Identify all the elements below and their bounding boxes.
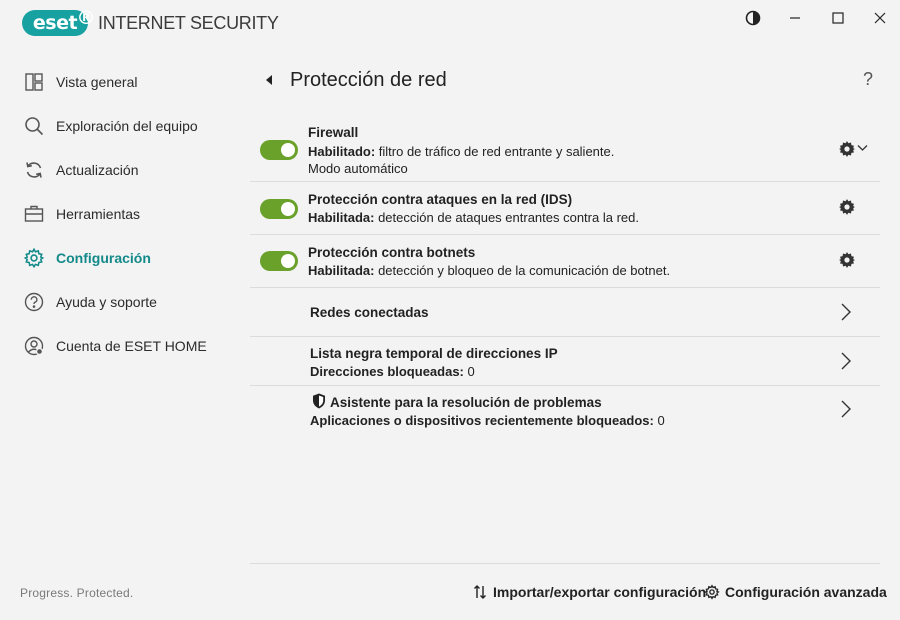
refresh-icon [23, 159, 45, 181]
toolbox-icon [23, 203, 45, 225]
help-icon [23, 291, 45, 313]
desc-label: Direcciones bloqueadas: [310, 364, 464, 379]
gear-icon [704, 584, 720, 600]
status-label: Habilitada: [308, 263, 375, 278]
import-export-label: Importar/exportar configuración [493, 584, 707, 600]
sidebar-item-update[interactable]: Actualización [0, 148, 250, 192]
link-title[interactable]: Asistente para la resolución de problema… [330, 395, 602, 410]
sidebar-item-scan[interactable]: Exploración del equipo [0, 104, 250, 148]
gear-icon[interactable] [838, 140, 856, 158]
advanced-setup-label: Configuración avanzada [725, 584, 887, 600]
feature-status: Habilitada: detección y bloqueo de la co… [308, 263, 670, 278]
feature-row-firewall: Firewall Habilitado: filtro de tráfico d… [250, 118, 880, 182]
status-text: detección y bloqueo de la comunicación d… [374, 263, 671, 278]
page-title: Protección de red [290, 69, 447, 91]
chevron-right-icon[interactable] [840, 399, 852, 419]
shield-icon [313, 393, 325, 409]
bottom-divider [250, 563, 880, 564]
logo-text: eset [32, 12, 78, 34]
link-title[interactable]: Lista negra temporal de direcciones IP [310, 346, 558, 361]
feature-mode: Modo automático [308, 161, 408, 176]
sidebar-item-label: Ayuda y soporte [56, 294, 157, 310]
desc-value: 0 [467, 364, 475, 379]
status-text: detección de ataques entrantes contra la… [374, 210, 639, 225]
chevron-right-icon[interactable] [840, 302, 852, 322]
link-row-troubleshooting[interactable]: Asistente para la resolución de problema… [250, 386, 880, 436]
feature-title[interactable]: Firewall [308, 125, 358, 140]
eset-logo: eset ® INTERNET SECURITY [22, 7, 279, 36]
botnet-toggle[interactable] [260, 251, 298, 271]
feature-row-ids: Protección contra ataques en la red (IDS… [250, 182, 880, 235]
eset-logo-mark: eset ® [22, 7, 95, 36]
sidebar-item-tools[interactable]: Herramientas [0, 192, 250, 236]
link-desc: Direcciones bloqueadas: 0 [310, 364, 475, 379]
search-icon [23, 115, 45, 137]
gear-icon[interactable] [838, 198, 856, 216]
firewall-toggle[interactable] [260, 140, 298, 160]
advanced-setup-button[interactable]: Configuración avanzada [704, 584, 887, 600]
import-export-icon [472, 584, 488, 600]
chevron-right-icon[interactable] [840, 351, 852, 371]
sidebar-item-settings[interactable]: Configuración [0, 236, 250, 280]
main-panel: Protección de red ? Firewall Habilitado:… [250, 0, 900, 620]
feature-title[interactable]: Protección contra botnets [308, 245, 475, 260]
logo-registered-mark: ® [76, 7, 96, 29]
feature-title[interactable]: Protección contra ataques en la red (IDS… [308, 192, 572, 207]
status-text: filtro de tráfico de red entrante y sali… [375, 144, 615, 159]
status-label: Habilitada: [308, 210, 375, 225]
sidebar-item-label: Configuración [56, 250, 151, 266]
chevron-down-icon[interactable] [857, 144, 868, 152]
gear-icon [23, 247, 45, 269]
import-export-button[interactable]: Importar/exportar configuración [472, 584, 706, 600]
sidebar-item-label: Actualización [56, 162, 139, 178]
slogan: Progress. Protected. [20, 586, 134, 600]
link-row-ip-blacklist[interactable]: Lista negra temporal de direcciones IP D… [250, 337, 880, 386]
sidebar-item-label: Exploración del equipo [56, 118, 198, 134]
sidebar-item-eset-home[interactable]: Cuenta de ESET HOME [0, 324, 250, 368]
feature-row-botnet: Protección contra botnets Habilitada: de… [250, 235, 880, 288]
feature-status: Habilitada: detección de ataques entrant… [308, 210, 639, 225]
back-arrow-icon[interactable] [263, 73, 275, 87]
help-button[interactable]: ? [863, 69, 873, 90]
account-icon [23, 335, 45, 357]
link-title[interactable]: Redes conectadas [310, 305, 429, 320]
sidebar-item-label: Vista general [56, 74, 138, 90]
gear-icon[interactable] [838, 251, 856, 269]
sidebar-item-label: Cuenta de ESET HOME [56, 338, 207, 354]
status-label: Habilitado: [308, 144, 376, 159]
link-row-connected-networks[interactable]: Redes conectadas [250, 288, 880, 337]
ids-toggle[interactable] [260, 199, 298, 219]
desc-label: Aplicaciones o dispositivos recientement… [310, 413, 654, 428]
link-desc: Aplicaciones o dispositivos recientement… [310, 413, 665, 428]
sidebar: Vista general Exploración del equipo Act… [0, 60, 250, 368]
dashboard-icon [23, 71, 45, 93]
desc-value: 0 [657, 413, 665, 428]
sidebar-item-help[interactable]: Ayuda y soporte [0, 280, 250, 324]
feature-status: Habilitado: filtro de tráfico de red ent… [308, 144, 614, 159]
sidebar-item-overview[interactable]: Vista general [0, 60, 250, 104]
sidebar-item-label: Herramientas [56, 206, 141, 222]
